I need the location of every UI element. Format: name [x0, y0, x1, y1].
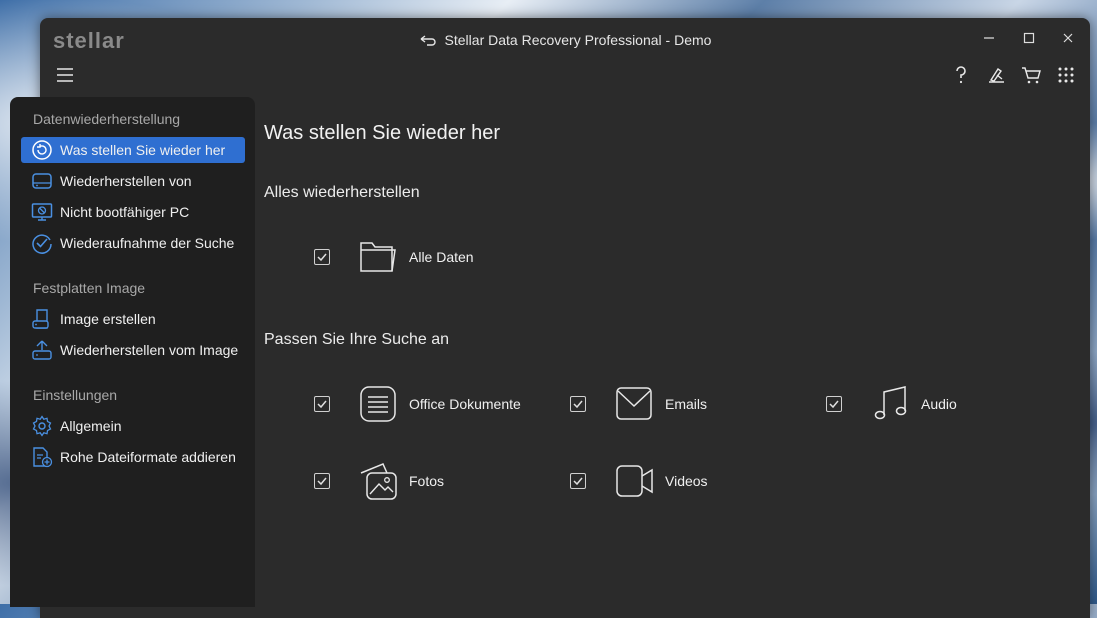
- sidebar-item-label: Was stellen Sie wieder her: [60, 142, 226, 158]
- sidebar: Datenwiederherstellung Was stellen Sie w…: [10, 97, 255, 607]
- checkmark-icon: [317, 400, 327, 409]
- checkmark-icon: [573, 400, 583, 409]
- checkbox-office-documents[interactable]: [314, 396, 330, 412]
- music-note-icon: [874, 386, 907, 420]
- photos-icon: [360, 463, 397, 500]
- sidebar-item-non-bootable-pc[interactable]: Nicht bootfähiger PC: [21, 199, 245, 225]
- tools-icon[interactable]: [985, 64, 1007, 86]
- checkmark-icon: [573, 477, 583, 486]
- monitor-blocked-icon: [31, 203, 53, 221]
- help-icon[interactable]: [950, 64, 972, 86]
- gear-icon: [32, 415, 52, 437]
- sidebar-item-label: Wiederaufnahme der Suche: [60, 235, 235, 251]
- cart-icon[interactable]: [1020, 64, 1042, 86]
- sidebar-item-label: Wiederherstellen vom Image: [60, 342, 239, 358]
- sidebar-item-label: Nicht bootfähiger PC: [60, 204, 190, 220]
- sidebar-item-label: Wiederherstellen von: [60, 173, 192, 189]
- video-icon: [616, 465, 653, 497]
- maximize-icon: [1023, 32, 1035, 44]
- apps-grid-icon[interactable]: [1055, 64, 1077, 86]
- close-button[interactable]: [1054, 26, 1082, 52]
- minimize-icon: [984, 37, 994, 39]
- sidebar-item-resume-scan[interactable]: Wiederaufnahme der Suche: [21, 230, 245, 256]
- option-label: Emails: [665, 396, 708, 412]
- toolbar: [40, 60, 1090, 96]
- sidebar-item-label: Image erstellen: [60, 311, 156, 327]
- option-label: Office Dokumente: [409, 396, 521, 412]
- sidebar-item-general[interactable]: Allgemein: [21, 413, 245, 439]
- drive-icon: [32, 173, 52, 189]
- checkbox-emails[interactable]: [570, 396, 586, 412]
- window-title: Stellar Data Recovery Professional - Dem…: [444, 32, 712, 48]
- close-icon: [1063, 33, 1073, 43]
- menu-icon[interactable]: [54, 64, 76, 86]
- sidebar-item-label: Rohe Dateiformate addieren: [60, 449, 236, 465]
- sidebar-item-recover-from[interactable]: Wiederherstellen von: [21, 168, 245, 194]
- sidebar-item-add-raw-formats[interactable]: Rohe Dateiformate addieren: [21, 444, 245, 470]
- checkbox-videos[interactable]: [570, 473, 586, 489]
- minimize-button[interactable]: [975, 26, 1003, 52]
- restore-icon: [32, 140, 52, 160]
- sidebar-item-what-to-recover[interactable]: Was stellen Sie wieder her: [21, 137, 245, 163]
- option-label: Alle Daten: [409, 249, 474, 265]
- checkbox-photos[interactable]: [314, 473, 330, 489]
- sidebar-item-restore-from-image[interactable]: Wiederherstellen vom Image: [21, 337, 245, 363]
- file-add-icon: [33, 447, 53, 468]
- section-title-recover-all: Alles wiederherstellen: [264, 184, 420, 201]
- title-bar: stellar Stellar Data Recovery Profession…: [40, 18, 1090, 60]
- checkmark-icon: [829, 400, 839, 409]
- option-label: Videos: [665, 473, 708, 489]
- checkbox-all-data[interactable]: [314, 249, 330, 265]
- option-label: Audio: [921, 396, 957, 412]
- undo-arrow-icon: [420, 35, 436, 46]
- document-icon: [360, 386, 396, 422]
- checkmark-icon: [317, 253, 327, 262]
- folder-icon: [360, 242, 396, 272]
- page-title: Was stellen Sie wieder her: [264, 122, 501, 144]
- section-title-settings: Einstellungen: [33, 387, 118, 403]
- sidebar-item-create-image[interactable]: Image erstellen: [21, 306, 245, 332]
- maximize-button[interactable]: [1015, 26, 1043, 52]
- section-title-data-recovery: Datenwiederherstellung: [33, 111, 181, 127]
- disk-image-restore-icon: [32, 340, 52, 360]
- section-title-customize: Passen Sie Ihre Suche an: [264, 331, 450, 348]
- disk-image-create-icon: [32, 309, 49, 329]
- email-icon: [616, 387, 652, 420]
- option-label: Fotos: [409, 473, 445, 489]
- resume-scan-icon: [32, 234, 52, 254]
- window-title-container: Stellar Data Recovery Professional - Dem…: [40, 32, 1090, 48]
- checkbox-audio[interactable]: [826, 396, 842, 412]
- sidebar-item-label: Allgemein: [60, 418, 122, 434]
- checkmark-icon: [317, 477, 327, 486]
- section-title-disk-image: Festplatten Image: [33, 280, 146, 296]
